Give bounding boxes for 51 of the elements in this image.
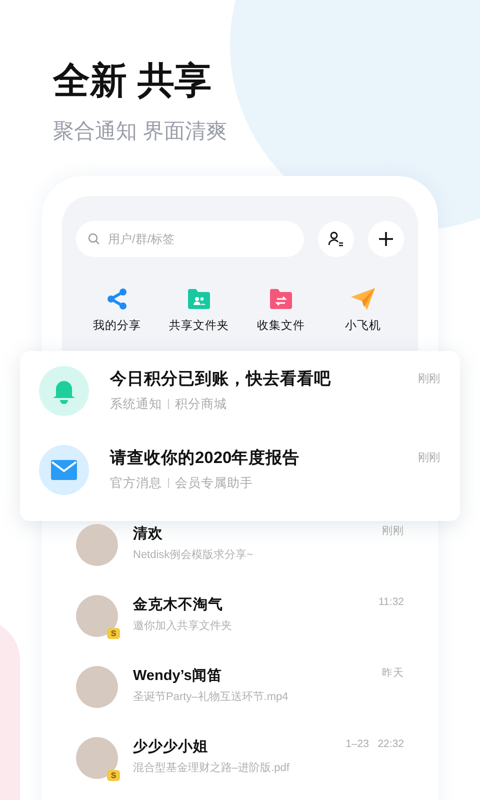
plus-icon <box>378 231 394 247</box>
people-folder-icon <box>187 288 211 310</box>
chat-time: 1–23 22:32 <box>346 737 404 752</box>
headline: 全新 共享 <box>53 59 212 103</box>
notification-time: 刚刚 <box>418 451 440 466</box>
notification-source: 官方消息 <box>110 475 162 491</box>
notification-item[interactable]: 今日积分已到账，快去看看吧 系统通知 积分商城 刚刚 <box>20 357 460 436</box>
chat-item[interactable]: 清欢 Netdisk例会模版求分享~ 刚刚 <box>62 524 418 595</box>
notification-channel: 会员专属助手 <box>175 475 253 491</box>
avatar-placeholder <box>76 737 118 779</box>
shortcut-button[interactable]: 共享文件夹 <box>158 287 240 333</box>
add-button[interactable] <box>368 221 404 257</box>
subheadline: 聚合通知 界面清爽 <box>53 119 228 145</box>
shortcut-button[interactable]: 小飞机 <box>322 287 404 333</box>
chat-item[interactable]: S 少少少小姐 混合型基金理财之路–进阶版.pdf 1–23 22:32 <box>62 737 418 800</box>
chat-item[interactable]: S 金克木不淘气 邀你加入共享文件夹 11:32 <box>62 595 418 666</box>
shortcut-button[interactable]: 我的分享 <box>76 287 158 333</box>
message-preview: Netdisk例会模版求分享~ <box>133 548 254 562</box>
message-preview: 圣诞节Party–礼物互送环节.mp4 <box>133 690 290 704</box>
notification-title: 请查收你的2020年度报告 <box>110 448 301 469</box>
chat-time: 11:32 <box>378 595 404 610</box>
message-preview: 邀你加入共享文件夹 <box>133 619 233 633</box>
chat-time: 昨天 <box>382 666 404 681</box>
contact-name: 金克木不淘气 <box>133 596 224 615</box>
vip-badge: S <box>107 628 120 639</box>
search-input[interactable]: 用户/群/标签 <box>108 230 292 248</box>
bell-icon <box>39 366 89 416</box>
notification-title: 今日积分已到账，快去看看吧 <box>110 369 332 390</box>
contacts-button[interactable] <box>318 221 354 257</box>
share-icon <box>105 287 129 311</box>
user-list-icon <box>328 231 344 247</box>
shortcut-button[interactable]: 收集文件 <box>240 287 322 333</box>
avatar-placeholder <box>76 524 118 566</box>
avatar-placeholder <box>76 666 118 708</box>
search-icon <box>88 233 100 245</box>
contact-name: Wendy’s闻笛 <box>133 666 223 686</box>
avatar-placeholder <box>76 595 118 637</box>
notification-item[interactable]: 请查收你的2020年度报告 官方消息 会员专属助手 刚刚 <box>20 436 460 515</box>
search-field[interactable]: 用户/群/标签 <box>76 221 304 257</box>
paper-plane-icon <box>350 287 376 311</box>
notification-time: 刚刚 <box>418 372 440 387</box>
message-preview: 混合型基金理财之路–进阶版.pdf <box>133 761 290 775</box>
vip-badge: S <box>107 770 120 781</box>
chat-time: 刚刚 <box>382 524 404 539</box>
chat-item[interactable]: Wendy’s闻笛 圣诞节Party–礼物互送环节.mp4 昨天 <box>62 666 418 737</box>
notification-source: 系统通知 <box>110 396 162 412</box>
contact-name: 少少少小姐 <box>133 738 209 757</box>
mail-icon <box>39 445 89 495</box>
notification-channel: 积分商城 <box>175 396 227 412</box>
contact-name: 清欢 <box>133 524 164 544</box>
arrows-folder-icon <box>269 288 293 310</box>
